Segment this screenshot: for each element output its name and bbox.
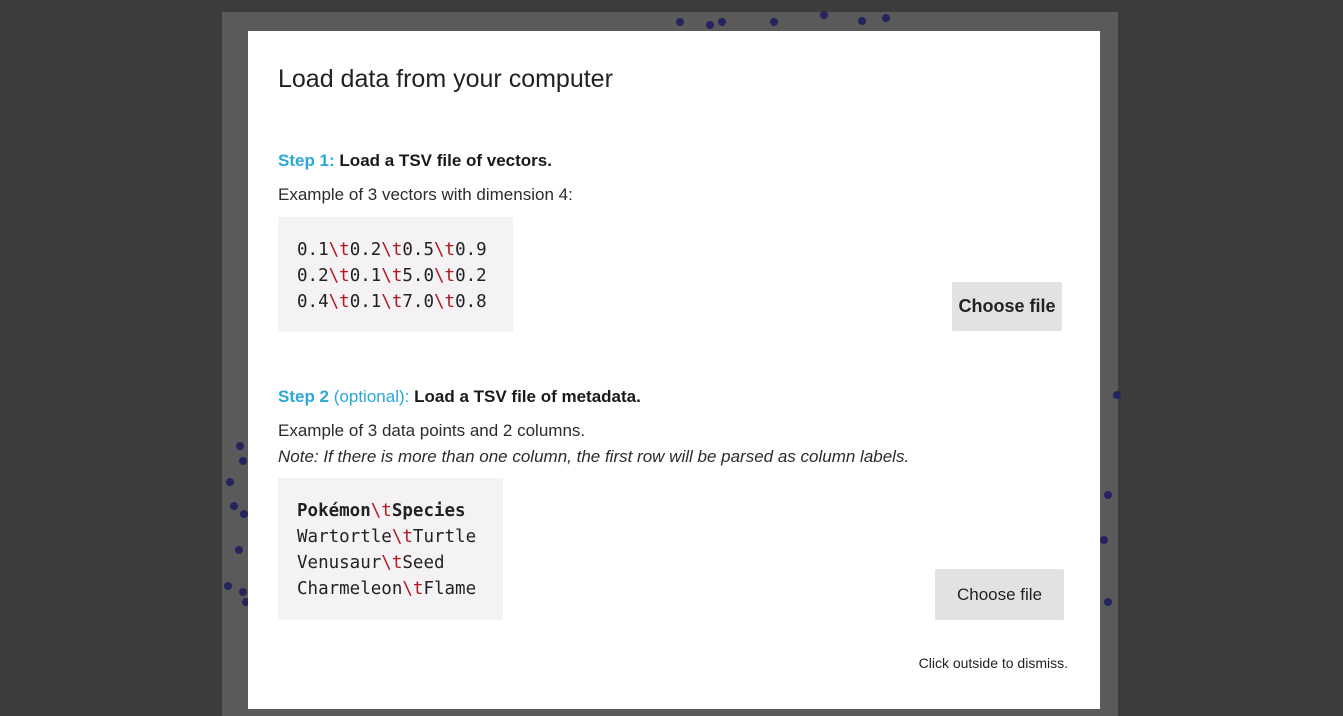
tab-escape: \t [381,240,403,260]
step2-heading: Step 2 (optional): Load a TSV file of me… [278,387,641,407]
code-cell: Venusaur [297,553,382,573]
vector-line: 0.1\t0.2\t0.5\t0.9 [297,237,494,263]
scatter-dot [1100,536,1108,544]
scatter-dot [226,478,234,486]
tab-escape: \t [328,240,350,260]
scatter-dot [676,18,684,26]
scatter-dot [882,14,890,22]
tab-escape: \t [328,292,350,312]
tab-escape: \t [402,579,424,599]
code-cell: 5.0 [402,266,434,286]
step2-label: Step 2 [278,387,330,406]
step1-description: Example of 3 vectors with dimension 4: [278,185,573,204]
tab-escape: \t [381,266,403,286]
code-cell: 0.1 [297,240,329,260]
metadata-line: Wartortle\tTurtle [297,524,484,550]
scatter-dot [718,18,726,26]
step2-description: Example of 3 data points and 2 columns. [278,421,586,440]
scatter-dot [706,21,714,29]
code-cell: Wartortle [297,527,392,547]
step1-heading: Step 1: Load a TSV file of vectors. [278,151,552,171]
scatter-dot [236,442,244,450]
scatter-dot [1113,391,1121,399]
step2-title: Load a TSV file of metadata. [414,387,641,406]
load-data-dialog: Load data from your computer Step 1: Loa… [248,31,1100,709]
scatter-dot [820,11,828,19]
metadata-line: Venusaur\tSeed [297,550,484,576]
code-cell: Turtle [412,527,477,547]
scatter-dot [1104,598,1112,606]
vector-line: 0.2\t0.1\t5.0\t0.2 [297,263,494,289]
code-cell: Pokémon [297,501,371,521]
step1-label: Step 1: [278,151,335,170]
vectors-example-code: 0.1\t0.2\t0.5\t0.9 0.2\t0.1\t5.0\t0.2 0.4\… [278,217,513,332]
tab-escape: \t [328,266,350,286]
scatter-dot [240,510,248,518]
code-cell: 0.2 [349,240,382,260]
tab-escape: \t [381,292,403,312]
code-cell: 7.0 [402,292,434,312]
scatter-dot [239,457,247,465]
vector-line: 0.4\t0.1\t7.0\t0.8 [297,289,494,315]
code-cell: 0.5 [402,240,434,260]
code-cell: 0.1 [349,266,382,286]
code-cell: Species [391,501,466,521]
code-cell: Flame [423,579,477,599]
code-cell: 0.8 [455,292,487,312]
code-cell: Charmeleon [297,579,403,599]
scatter-dot [224,582,232,590]
code-cell: 0.4 [297,292,329,312]
scatter-dot [235,546,243,554]
tab-escape: \t [433,240,456,260]
choose-vectors-file-button[interactable]: Choose file [952,282,1062,331]
code-cell: 0.2 [455,266,487,286]
choose-metadata-file-button[interactable]: Choose file [935,569,1064,620]
code-cell: 0.9 [455,240,487,260]
tab-escape: \t [391,527,413,547]
metadata-example-code: Pokémon\tSpecies Wartortle\tTurtle Venusau… [278,478,503,620]
metadata-header-line: Pokémon\tSpecies [297,498,484,524]
scatter-dot [858,17,866,25]
scatter-dot [770,18,778,26]
step1-title: Load a TSV file of vectors. [339,151,552,170]
dismiss-hint: Click outside to dismiss. [918,655,1068,671]
metadata-line: Charmeleon\tFlame [297,576,484,602]
code-cell: 0.1 [349,292,382,312]
scatter-dot [230,502,238,510]
scatter-dot [1104,491,1112,499]
tab-escape: \t [370,501,392,521]
code-cell: Seed [402,553,445,573]
step2-note: Note: If there is more than one column, … [278,447,910,466]
step2-optional-label: (optional): [333,387,410,406]
tab-escape: \t [433,266,456,286]
tab-escape: \t [433,292,456,312]
tab-escape: \t [381,553,403,573]
code-cell: 0.2 [297,266,329,286]
scatter-dot [239,588,247,596]
dialog-title: Load data from your computer [278,65,613,93]
